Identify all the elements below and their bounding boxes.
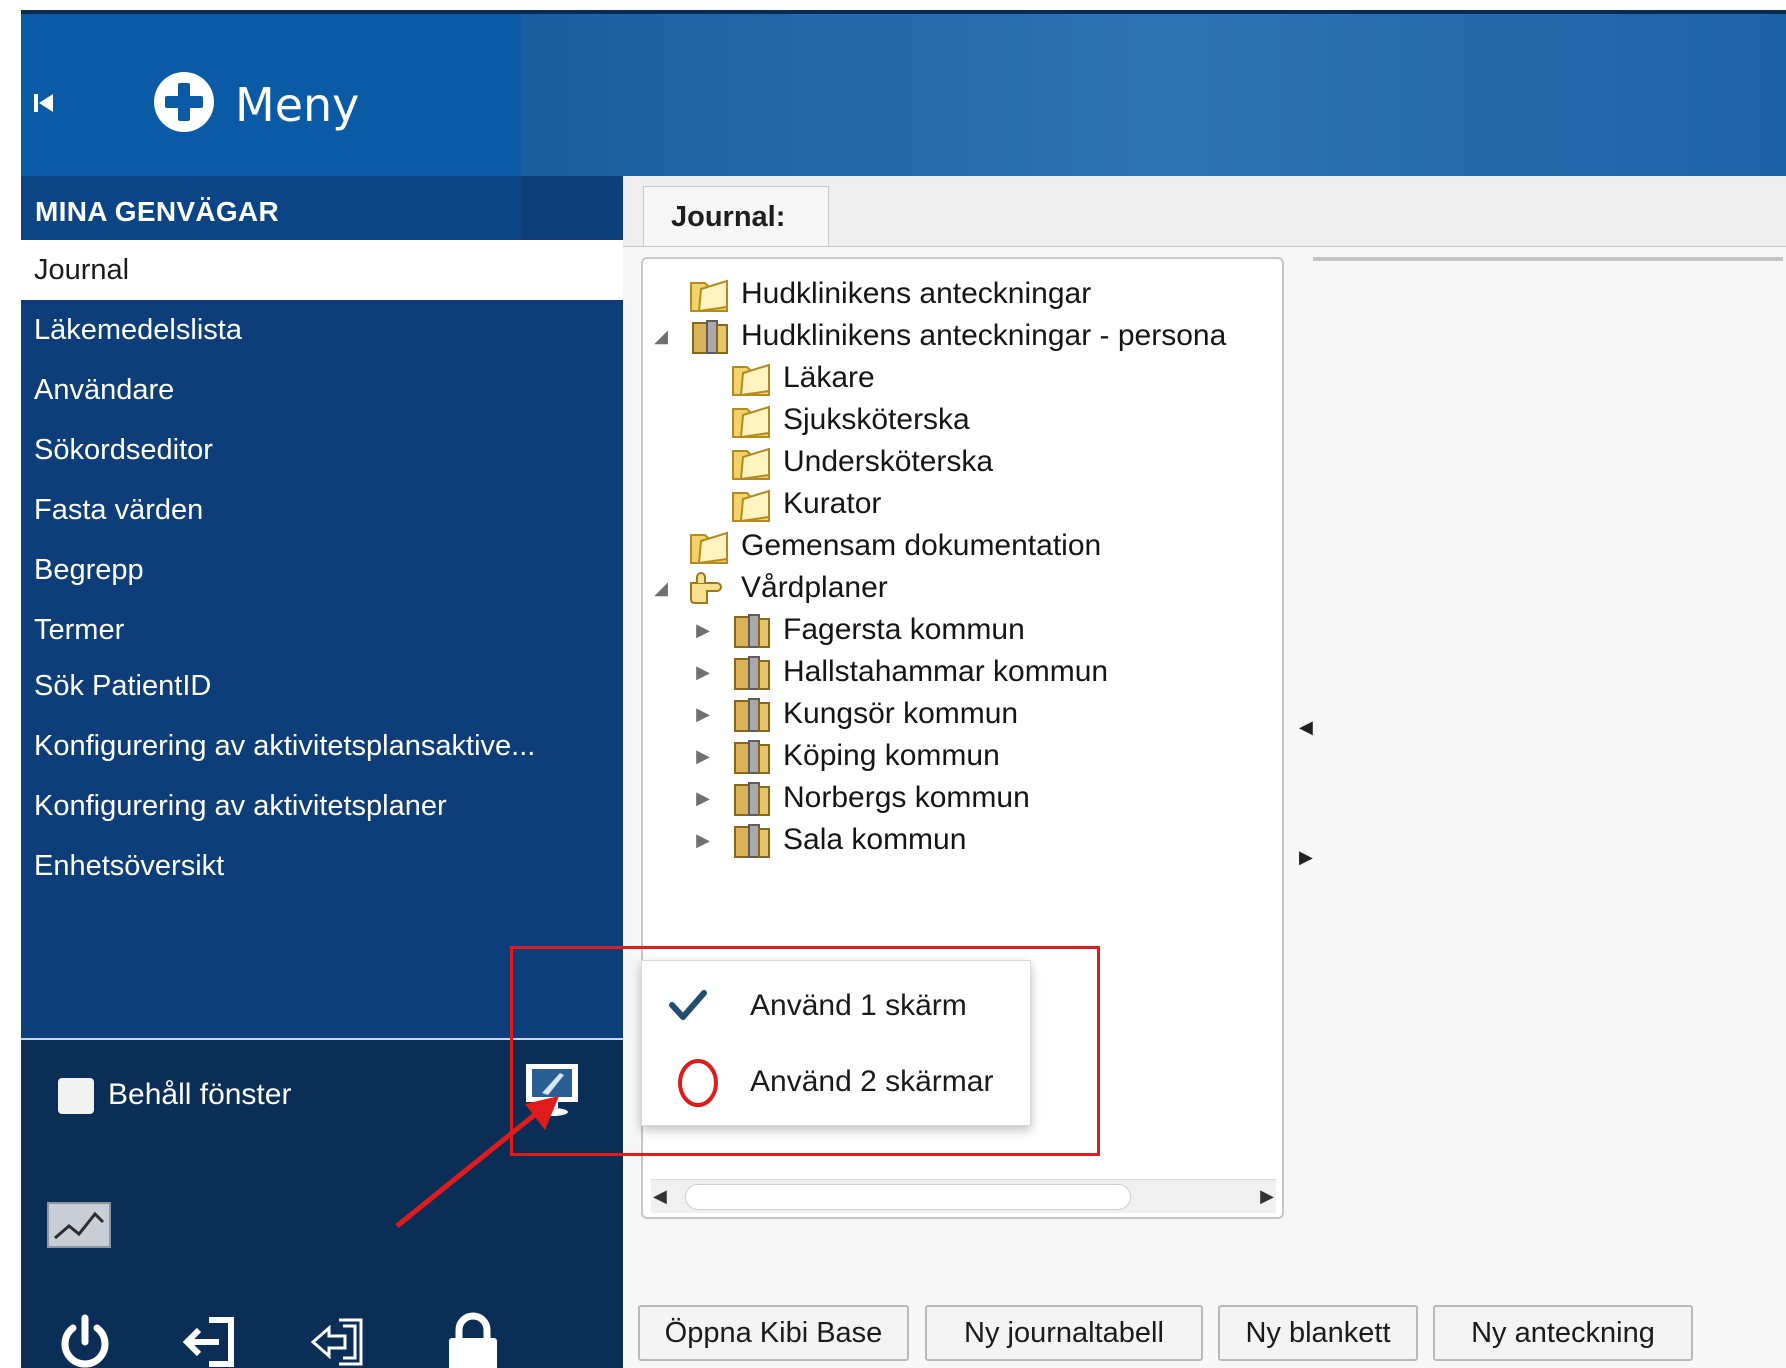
menu-item-label: Använd 2 skärmar [750,1065,994,1098]
folder-icon [734,740,770,774]
plus-circle-icon[interactable] [152,70,216,134]
app-window: Meny MINA GENVÄGAR Journal Läkemedelslis… [21,10,1786,1368]
panel-splitter[interactable] [1313,257,1783,261]
tree-item-label: Kungsör kommun [783,697,1019,730]
expanded-arrow-icon[interactable]: ◢ [651,315,671,357]
folder-icon [732,405,770,439]
power-icon[interactable] [53,1310,117,1368]
tree-item-label: Norbergs kommun [783,781,1030,814]
content-body: Hudklinikens anteckningar ◢ Hudklinikens… [623,246,1786,1368]
tree-item-label: Undersköterska [783,445,994,478]
sidebar-item-journal[interactable]: Journal [21,240,623,300]
horizontal-scrollbar[interactable]: ◀ ▶ [651,1179,1276,1213]
expanded-arrow-icon[interactable]: ◢ [651,567,671,609]
sidebar-bottom-panel: Behåll fönster [21,1038,623,1368]
folder-icon [734,614,770,648]
top-header: Meny [21,10,1786,176]
tree-item-label: Köping kommun [783,739,1000,772]
tree-item-label: Fagersta kommun [783,613,1025,646]
menu-label[interactable]: Meny [235,78,359,132]
collapsed-arrow-icon[interactable]: ▶ [693,609,713,651]
sidebar-item-konfig-aktivitetsplaner[interactable]: Konfigurering av aktivitetsplaner [21,776,623,836]
keep-window-label[interactable]: Behåll fönster [108,1078,291,1112]
tree-item-label: Sala kommun [783,823,967,856]
tab-journal-label: Journal: [671,201,786,233]
collapsed-arrow-icon[interactable]: ▶ [693,819,713,861]
scroll-right-arrow-icon[interactable]: ▶ [1254,1186,1274,1208]
switch-user-icon[interactable] [307,1310,371,1368]
sidebar-item-lakemedelslista[interactable]: Läkemedelslista [21,300,623,360]
hand-pointer-icon [690,572,722,604]
tab-journal[interactable]: Journal: [643,186,829,246]
folder-icon [734,698,770,732]
shortcuts-title: MINA GENVÄGAR [35,196,279,227]
new-form-button[interactable]: Ny blankett [1218,1305,1418,1361]
collapsed-arrow-icon[interactable]: ▶ [693,693,713,735]
logout-icon[interactable] [179,1310,243,1368]
keep-window-checkbox[interactable] [58,1078,94,1114]
checkmark-icon [669,990,707,1020]
tree-item-label: Sjuksköterska [783,403,970,436]
collapsed-arrow-icon[interactable]: ▶ [693,651,713,693]
tree-item-label: Läkare [783,361,875,394]
expand-right-arrow-icon[interactable]: ▶ [1299,847,1313,868]
collapsed-arrow-icon[interactable]: ▶ [693,735,713,777]
sidebar: MINA GENVÄGAR Journal Läkemedelslista An… [21,176,623,1368]
folder-icon [692,320,728,354]
journal-content: Journal: Hudklinikens anteckningar ◢ Hud… [623,176,1786,1368]
folder-icon [732,489,770,523]
tree-item-label: Gemensam dokumentation [741,529,1102,562]
tree-item-label: Hallstahammar kommun [783,655,1109,688]
folder-icon [732,363,770,397]
menu-item-use-one-screen[interactable]: Använd 1 skärm [642,967,1032,1043]
sidebar-item-begrepp[interactable]: Begrepp [21,540,623,600]
sidebar-item-sok-patientid[interactable]: Sök PatientID [21,656,623,716]
menu-item-label: Använd 1 skärm [750,989,967,1022]
sidebar-item-termer[interactable]: Termer [21,600,623,660]
action-button-bar: Öppna Kibi Base Ny journaltabell Ny blan… [623,1295,1786,1368]
folder-icon [690,531,728,565]
lock-icon[interactable] [441,1310,505,1368]
tree-item-label: Hudklinikens anteckningar - persona [741,319,1227,352]
sidebar-item-enhetsoversikt[interactable]: Enhetsöversikt [21,836,623,896]
collapsed-arrow-icon[interactable]: ▶ [693,777,713,819]
open-kibi-base-button[interactable]: Öppna Kibi Base [638,1305,909,1361]
folder-icon [734,824,770,858]
new-note-button[interactable]: Ny anteckning [1433,1305,1693,1361]
menu-block: Meny [21,14,521,176]
new-journal-table-button[interactable]: Ny journaltabell [925,1305,1203,1361]
sidebar-item-sokordseditor[interactable]: Sökordseditor [21,420,623,480]
scrollbar-thumb[interactable] [685,1184,1131,1210]
graph-icon[interactable] [47,1202,111,1248]
display-mode-menu: Använd 1 skärm Använd 2 skärmar [641,960,1031,1126]
sidebar-item-fasta-varden[interactable]: Fasta värden [21,480,623,540]
scroll-left-arrow-icon[interactable]: ◀ [653,1186,673,1208]
tree-item-label: Kurator [783,487,882,520]
sidebar-item-anvandare[interactable]: Användare [21,360,623,420]
folder-icon [732,447,770,481]
folder-icon [734,656,770,690]
collapse-icon[interactable] [33,92,55,114]
folder-icon [690,279,728,313]
red-circle-annotation-icon [678,1059,718,1107]
sidebar-item-konfig-aktivitetsplansaktiviteter[interactable]: Konfigurering av aktivitetsplansaktive..… [21,716,623,776]
collapse-left-arrow-icon[interactable]: ◀ [1299,717,1313,738]
menu-item-use-two-screens[interactable]: Använd 2 skärmar [642,1043,1032,1119]
shortcuts-header: MINA GENVÄGAR [21,176,521,240]
folder-icon [734,782,770,816]
monitor-icon[interactable] [520,1060,584,1120]
tree-item-label: Hudklinikens anteckningar [741,277,1092,310]
tree-item-label: Vårdplaner [741,571,888,604]
